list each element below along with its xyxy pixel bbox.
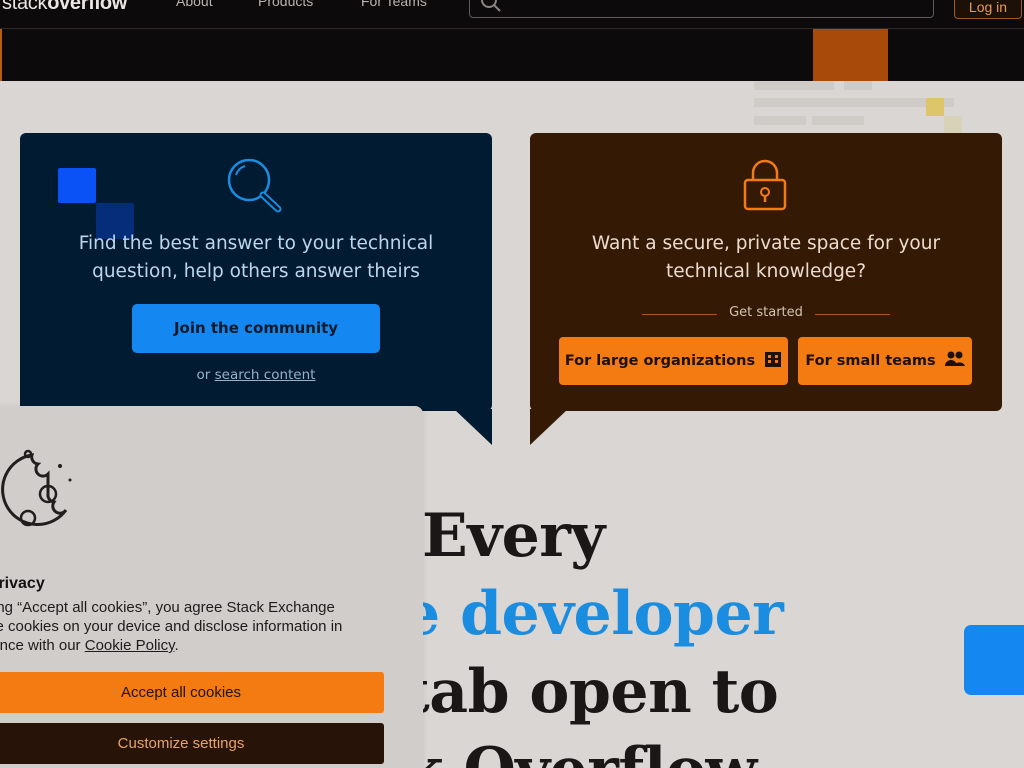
cookie-consent-panel: r privacy cking “Accept all cookies”, yo… bbox=[0, 406, 423, 768]
divider-line bbox=[815, 314, 890, 315]
card-speech-tail bbox=[454, 409, 492, 445]
cookie-policy-link[interactable]: Cookie Policy bbox=[85, 637, 175, 654]
search-content-link[interactable]: search content bbox=[215, 367, 316, 383]
cookie-body-line1: cking “Accept all cookies”, you agree St… bbox=[0, 599, 335, 616]
nav-for-teams[interactable]: For Teams bbox=[361, 0, 427, 9]
community-card-text: Find the best answer to your technical q… bbox=[20, 230, 492, 286]
large-organizations-button[interactable]: For large organizations bbox=[559, 337, 788, 385]
banner-orange-block bbox=[813, 29, 888, 81]
search-input[interactable] bbox=[508, 0, 912, 6]
community-text-line1: Find the best answer to your technical bbox=[78, 233, 434, 254]
decorative-square bbox=[58, 168, 96, 203]
search-icon bbox=[481, 0, 501, 12]
teams-text-line2: technical knowledge? bbox=[665, 261, 867, 282]
decorative-line bbox=[754, 98, 954, 107]
people-icon bbox=[944, 351, 965, 366]
large-organizations-label: For large organizations bbox=[564, 353, 756, 369]
get-started-label: Get started bbox=[729, 305, 803, 320]
cookie-title: r privacy bbox=[0, 575, 45, 592]
community-card: Find the best answer to your technical q… bbox=[20, 133, 492, 411]
hero-heading-line3: tab open to bbox=[402, 657, 779, 727]
or-text: or bbox=[196, 367, 211, 383]
top-navigation-bar: stackoverflow About Products For Teams L… bbox=[0, 0, 1024, 29]
hero-heading-line2: e developer bbox=[402, 579, 784, 649]
cookie-body-line2: tore cookies on your device and disclose… bbox=[0, 618, 343, 635]
small-teams-button[interactable]: For small teams bbox=[798, 337, 972, 385]
cookie-body-line3: rdance with our Cookie Policy. bbox=[0, 636, 378, 655]
decorative-line bbox=[754, 116, 806, 125]
building-icon bbox=[765, 352, 782, 367]
decorative-line bbox=[844, 81, 872, 90]
nav-about[interactable]: About bbox=[176, 0, 213, 9]
cookie-icon bbox=[1, 449, 72, 527]
search-box[interactable] bbox=[469, 0, 934, 18]
banner-accent-line bbox=[0, 29, 2, 81]
teams-card-text: Want a secure, private space for your te… bbox=[530, 230, 1002, 286]
customize-settings-button[interactable]: Customize settings bbox=[0, 723, 384, 764]
small-teams-label: For small teams bbox=[805, 353, 936, 369]
card-speech-tail bbox=[530, 409, 568, 445]
hero-heading-line1: Every bbox=[422, 501, 605, 571]
logo-text-bold: overflow bbox=[47, 0, 128, 14]
decorative-square bbox=[926, 98, 944, 116]
cookie-body-text: cking “Accept all cookies”, you agree St… bbox=[0, 598, 378, 655]
lock-icon bbox=[743, 159, 787, 211]
join-community-button[interactable]: Join the community bbox=[132, 304, 380, 353]
stackoverflow-logo[interactable]: stackoverflow bbox=[2, 0, 127, 15]
cookie-body-line3-prefix: rdance with our bbox=[0, 637, 81, 654]
community-text-line2: question, help others answer theirs bbox=[92, 261, 420, 282]
teams-text-line1: Want a secure, private space for your bbox=[591, 233, 941, 254]
search-content-line: or search content bbox=[20, 367, 492, 383]
decorative-line bbox=[754, 81, 834, 90]
nav-products[interactable]: Products bbox=[258, 0, 313, 9]
hero-heading-line4: k Overflow bbox=[402, 735, 757, 768]
side-tab-button[interactable] bbox=[964, 625, 1024, 695]
magnifier-icon bbox=[227, 159, 282, 213]
accept-all-cookies-button[interactable]: Accept all cookies bbox=[0, 672, 384, 713]
login-button[interactable]: Log in bbox=[954, 0, 1022, 19]
hero-banner-strip bbox=[0, 29, 1024, 81]
decorative-square bbox=[944, 116, 962, 134]
decorative-line bbox=[812, 116, 864, 125]
cookie-body-line3-suffix: . bbox=[174, 637, 179, 654]
logo-text-light: stack bbox=[2, 0, 48, 14]
teams-card: Want a secure, private space for your te… bbox=[530, 133, 1002, 411]
